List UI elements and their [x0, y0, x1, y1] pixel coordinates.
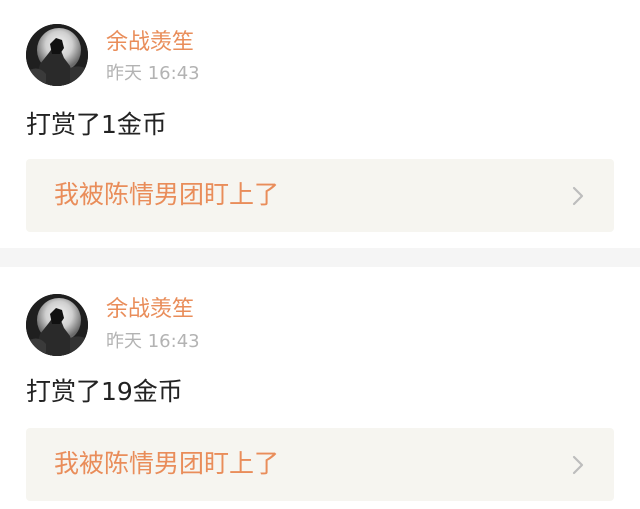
notification-card: 余战羡笙 昨天 16:43 打赏了19金币 我被陈情男团盯上了: [0, 267, 640, 509]
timestamp: 昨天 16:43: [106, 331, 200, 352]
avatar-image: [26, 24, 88, 86]
card-separator: [0, 248, 640, 267]
username[interactable]: 余战羡笙: [106, 30, 194, 56]
chevron-right-icon: [568, 454, 588, 476]
timestamp: 昨天 16:43: [106, 63, 200, 84]
notification-card: 余战羡笙 昨天 16:43 打赏了1金币 我被陈情男团盯上了: [0, 0, 640, 248]
reward-message: 打赏了1金币: [26, 110, 167, 139]
avatar-image: [26, 294, 88, 356]
post-link[interactable]: 我被陈情男团盯上了: [26, 159, 614, 232]
username[interactable]: 余战羡笙: [106, 297, 194, 323]
post-link[interactable]: 我被陈情男团盯上了: [26, 428, 614, 501]
reward-message: 打赏了19金币: [26, 377, 183, 406]
post-title: 我被陈情男团盯上了: [54, 180, 280, 209]
chevron-right-icon: [568, 185, 588, 207]
post-title: 我被陈情男团盯上了: [54, 449, 280, 478]
avatar[interactable]: [26, 24, 88, 86]
avatar[interactable]: [26, 294, 88, 356]
